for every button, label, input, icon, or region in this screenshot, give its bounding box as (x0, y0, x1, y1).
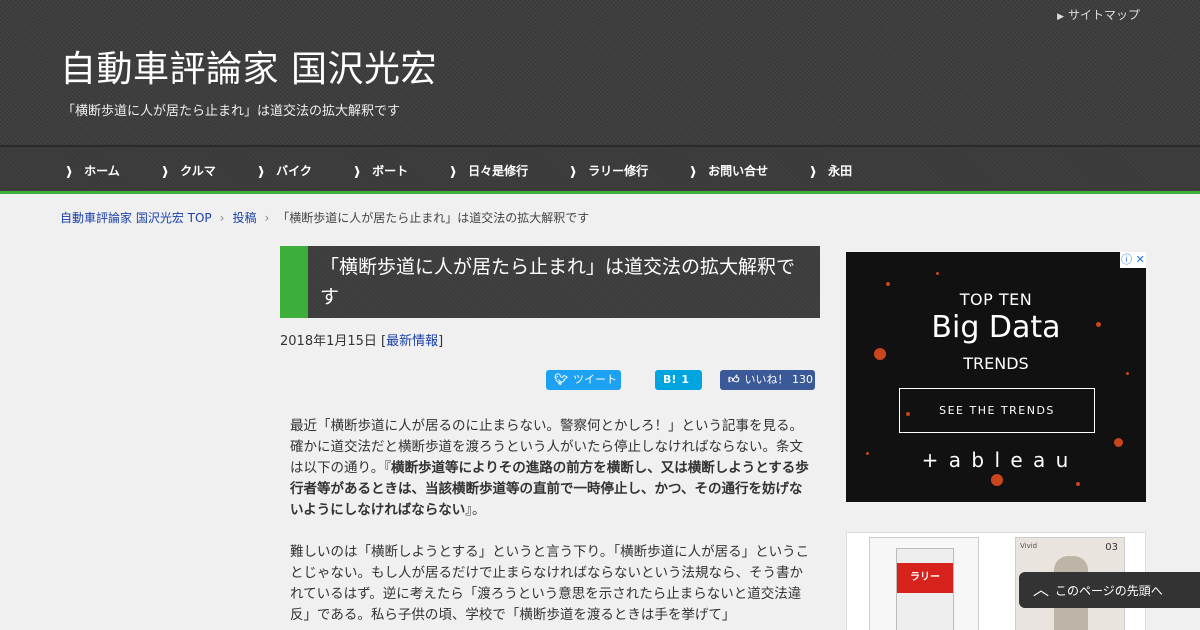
breadcrumb-posts[interactable]: 投稿 (232, 211, 256, 225)
triangle-right-icon: ▶ (1057, 12, 1064, 22)
ad-headline: Big Data (931, 310, 1061, 345)
chevron-right-icon: ❱ (65, 164, 74, 178)
sitemap-link[interactable]: ▶ サイトマップ (1057, 6, 1140, 23)
ad-dot (1076, 482, 1080, 486)
paragraph: 最近「横断歩道に人が居るのに止まらない。警察何とかしろ！」という記事を見る。確か… (290, 418, 809, 518)
nav-item-rally[interactable]: ❱ ラリー修行 (568, 162, 648, 179)
back-to-top-button[interactable]: ︿ このページの先頭へ (1019, 572, 1200, 608)
breadcrumb: 自動車評論家 国沢光宏 TOP › 投稿 › 「横断歩道に人が居たら止まれ」は道交法の拡… (60, 209, 589, 226)
chevron-right-icon: ❱ (689, 164, 698, 178)
twitter-icon: 🐦︎ (554, 373, 568, 386)
tableau-logo: + a b l e a u (921, 448, 1071, 472)
ad-dot (936, 272, 939, 275)
ad-dot (1114, 438, 1123, 447)
ad-close-icon[interactable]: ⓘ ✕ (1120, 252, 1146, 268)
ad-dot (991, 474, 1003, 486)
article-title: 「横断歩道に人が居たら止まれ」は道交法の拡大解釈です (280, 246, 820, 318)
ad-headline-top: TOP TEN (959, 290, 1033, 309)
paragraph: 難しいのは「横断しようとする」というと言う下り。「横断歩道に人が居る」ということ… (290, 544, 810, 623)
chevron-right-icon: ❱ (353, 164, 362, 178)
post-category[interactable]: 最新情報 (386, 334, 438, 349)
facebook-like-button[interactable]: 👍︎ いいね！ 130 (720, 370, 815, 390)
site-title[interactable]: 自動車評論家 国沢光宏 (60, 40, 437, 92)
site-header: ▶ サイトマップ 自動車評論家 国沢光宏 「横断歩道に人が居たら止まれ」は道交法の… (0, 0, 1200, 145)
product-thumbnail[interactable]: ラリー (869, 537, 979, 630)
thumbs-up-icon: 👍︎ (728, 373, 740, 386)
chevron-right-icon: ❱ (161, 164, 170, 178)
nav-item-daily[interactable]: ❱ 日々是修行 (448, 162, 528, 179)
breadcrumb-current: 「横断歩道に人が居たら止まれ」は道交法の拡大解釈です (277, 211, 590, 225)
nav-item-contact[interactable]: ❱ お問い合せ (688, 162, 768, 179)
chevron-right-icon: ❱ (569, 164, 578, 178)
chevron-right-icon: › (264, 211, 270, 225)
ad-headline-sub: TRENDS (963, 354, 1029, 373)
nav-item-car[interactable]: ❱ クルマ (160, 162, 216, 179)
hatena-bookmark-button[interactable]: B! 1 (655, 370, 702, 390)
chevron-right-icon: ❱ (449, 164, 458, 178)
nav-item-nagata[interactable]: ❱ 永田 (808, 162, 852, 179)
tweet-button[interactable]: 🐦︎ ツイート (546, 370, 621, 390)
nav-item-boat[interactable]: ❱ ボート (352, 162, 408, 179)
chevron-right-icon: ❱ (809, 164, 818, 178)
site-description: 「横断歩道に人が居たら止まれ」は道交法の拡大解釈です (62, 104, 401, 119)
nav-item-home[interactable]: ❱ ホーム (64, 162, 120, 179)
nav-item-bike[interactable]: ❱ バイク (256, 162, 312, 179)
sidebar-ad[interactable]: ⓘ ✕ TOP TEN Big Data TRENDS SEE THE TREN… (846, 252, 1146, 502)
chevron-right-icon: › (219, 211, 225, 225)
post-date: 2018年1月15日 (280, 334, 377, 349)
main-nav: ❱ ホーム ❱ クルマ ❱ バイク ❱ ボート ❱ 日々是修行 ❱ ラリー修行 ❱ お問い合せ… (0, 145, 1200, 194)
chevron-up-icon: ︿ (1033, 580, 1050, 599)
hatena-icon: B! (663, 373, 677, 386)
like-count: 130 (792, 373, 813, 386)
ad-cta-button[interactable]: SEE THE TRENDS (899, 388, 1095, 433)
hatena-count: 1 (681, 373, 690, 386)
product-package: ラリー (896, 548, 954, 630)
chevron-right-icon: ❱ (257, 164, 266, 178)
article-body: 最近「横断歩道に人が居るのに止まらない。警察何とかしろ！」という記事を見る。確か… (290, 416, 810, 630)
ad-dot (886, 282, 890, 286)
post-meta: 2018年1月15日 [最新情報] (280, 334, 444, 349)
breadcrumb-home[interactable]: 自動車評論家 国沢光宏 TOP (60, 211, 212, 225)
